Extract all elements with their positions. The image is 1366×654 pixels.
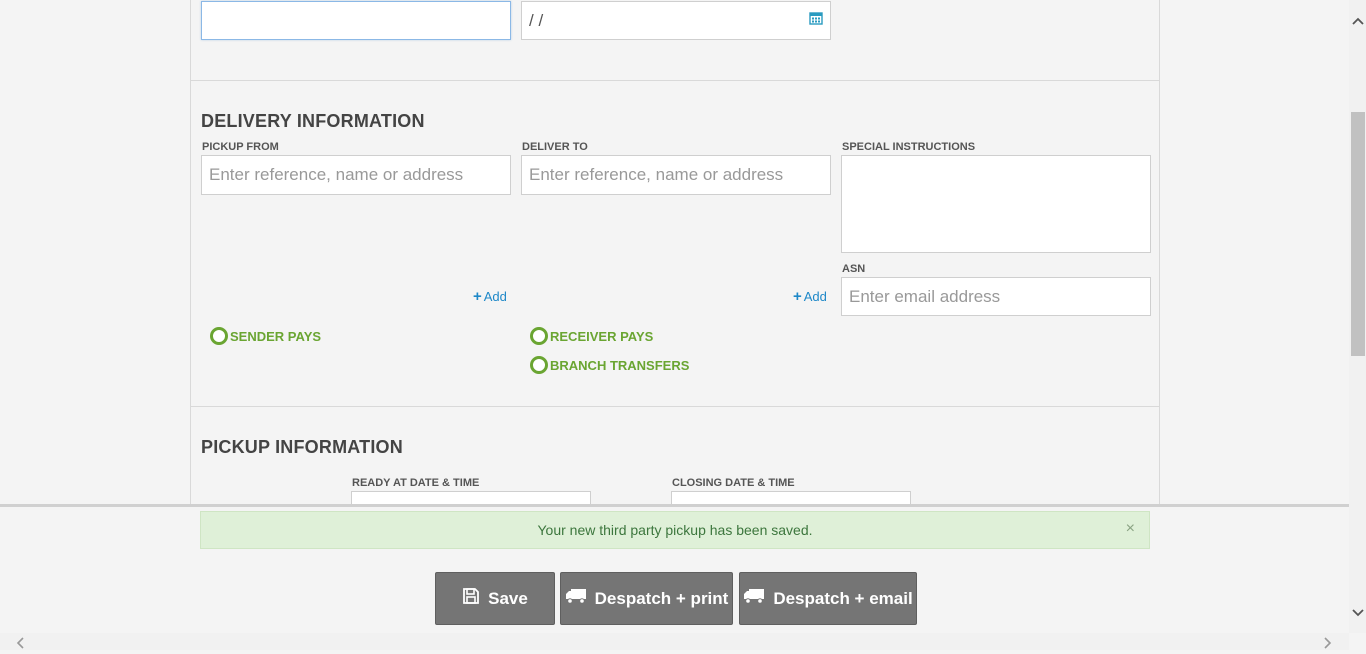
sender-pays-label: SENDER PAYS: [230, 328, 322, 344]
section-divider: [191, 406, 1159, 407]
ready-at-label: READY AT DATE & TIME: [352, 477, 480, 489]
pickup-from-placeholder: Enter reference, name or address: [209, 165, 464, 184]
plus-icon: +: [793, 288, 802, 305]
floppy-disk-icon: [462, 587, 480, 610]
add-delivery-address-link[interactable]: + Add: [793, 288, 827, 305]
save-button[interactable]: Save: [435, 572, 555, 625]
truck-icon: [565, 588, 587, 609]
vertical-scrollbar-thumb[interactable]: [1351, 112, 1365, 356]
receiver-pays-label: RECEIVER PAYS: [550, 328, 654, 344]
closing-date-input[interactable]: [671, 491, 911, 505]
close-icon[interactable]: ×: [1126, 520, 1135, 538]
add-label: Add: [483, 289, 507, 304]
asn-email-input[interactable]: Enter email address: [841, 277, 1151, 316]
special-instructions-label: SPECIAL INSTRUCTIONS: [842, 141, 976, 153]
deliver-to-input[interactable]: Enter reference, name or address: [521, 155, 831, 195]
date-input[interactable]: / /: [521, 1, 831, 40]
despatch-email-label: Despatch + email: [773, 588, 913, 608]
pickup-from-label: PICKUP FROM: [202, 141, 279, 153]
section-divider: [191, 80, 1159, 81]
add-pickup-address-link[interactable]: + Add: [473, 288, 507, 305]
receiver-pays-radio[interactable]: RECEIVER PAYS: [530, 327, 653, 345]
radio-circle-icon: [530, 356, 548, 374]
branch-transfers-label: BRANCH TRANSFERS: [550, 357, 690, 373]
closing-date-label: CLOSING DATE & TIME: [672, 477, 795, 489]
ready-at-input[interactable]: [351, 491, 591, 505]
radio-circle-icon: [210, 327, 228, 345]
truck-icon: [743, 588, 765, 609]
scroll-up-arrow-icon[interactable]: [1352, 13, 1364, 31]
scroll-right-arrow-icon[interactable]: [1322, 636, 1332, 654]
special-instructions-textarea[interactable]: [841, 155, 1151, 253]
radio-circle-icon: [530, 327, 548, 345]
deliver-to-placeholder: Enter reference, name or address: [529, 165, 784, 184]
success-alert: Your new third party pickup has been sav…: [200, 511, 1150, 549]
despatch-print-label: Despatch + print: [594, 588, 729, 608]
scroll-down-arrow-icon[interactable]: [1352, 605, 1364, 623]
date-value: / /: [529, 10, 544, 30]
asn-label: ASN: [842, 263, 866, 275]
asn-placeholder: Enter email address: [849, 286, 1001, 306]
delivery-section-title: DELIVERY INFORMATION: [201, 111, 425, 131]
alert-message: Your new third party pickup has been sav…: [537, 522, 813, 538]
save-label: Save: [488, 588, 528, 608]
despatch-email-button[interactable]: Despatch + email: [739, 572, 917, 625]
deliver-to-label: DELIVER TO: [522, 141, 588, 153]
horizontal-scrollbar[interactable]: [0, 633, 1349, 650]
sender-pays-radio[interactable]: SENDER PAYS: [210, 327, 321, 345]
despatch-print-button[interactable]: Despatch + print: [560, 572, 733, 625]
calendar-icon[interactable]: [809, 11, 823, 30]
pickup-section-title: PICKUP INFORMATION: [201, 437, 403, 457]
branch-transfers-radio[interactable]: BRANCH TRANSFERS: [530, 356, 689, 374]
reference-input[interactable]: [201, 1, 511, 40]
add-label: Add: [803, 289, 827, 304]
plus-icon: +: [473, 288, 482, 305]
footer-divider: [0, 504, 1350, 507]
scroll-left-arrow-icon[interactable]: [16, 636, 26, 654]
pickup-from-input[interactable]: Enter reference, name or address: [201, 155, 511, 195]
